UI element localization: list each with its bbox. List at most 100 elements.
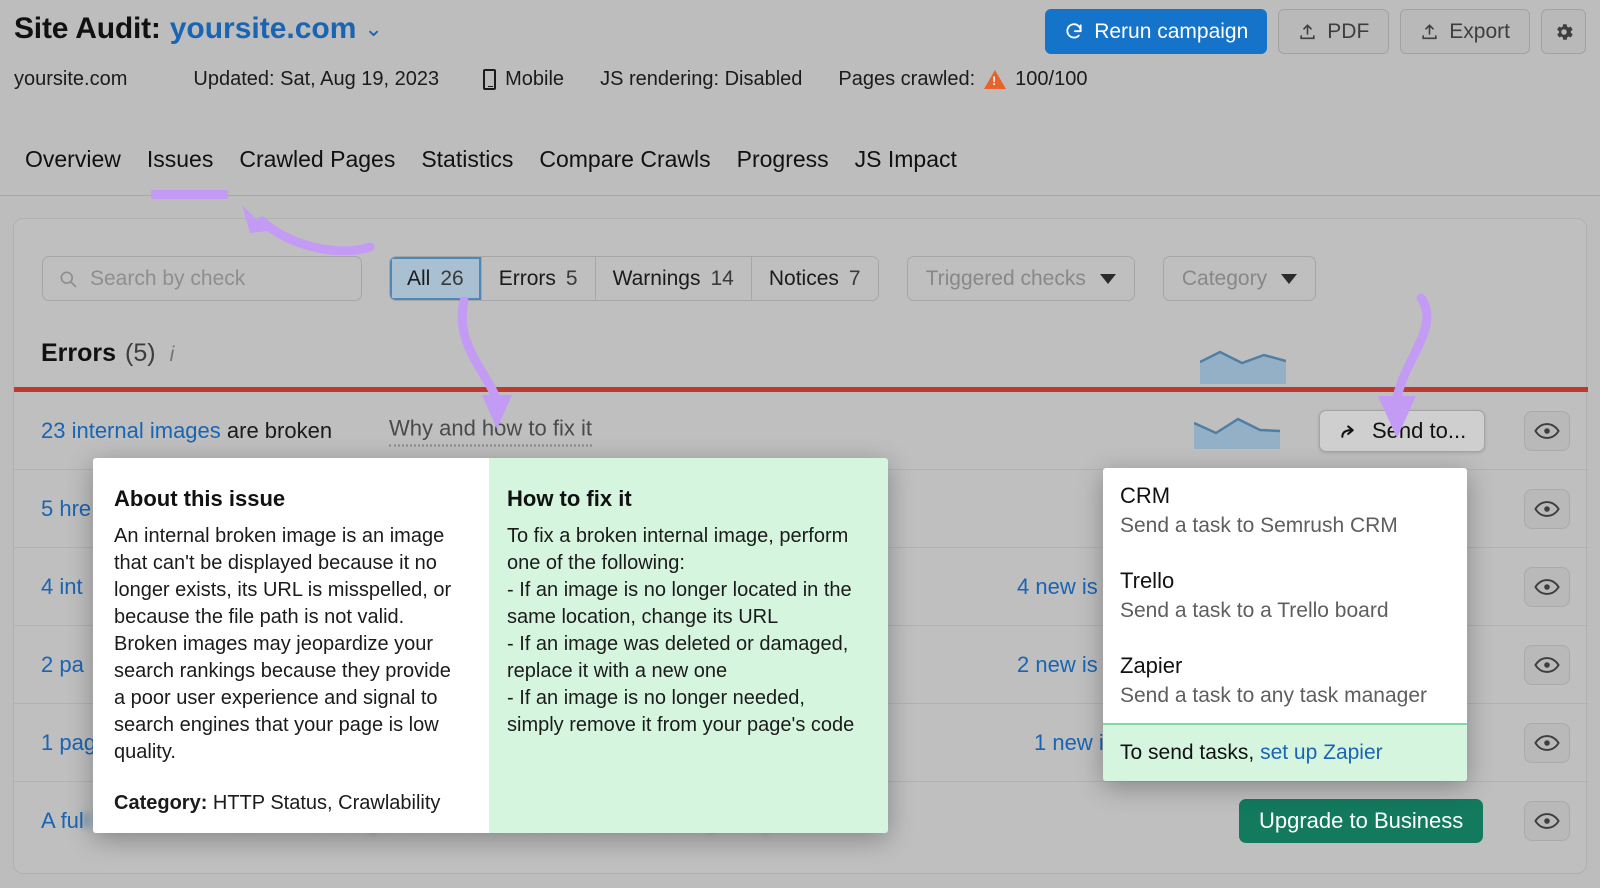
eye-icon [1534, 813, 1560, 829]
segment-warnings-label: Warnings [612, 266, 701, 290]
segment-errors[interactable]: Errors 5 [482, 257, 596, 300]
nav-item-compare-crawls[interactable]: Compare Crawls [526, 140, 723, 178]
issue-type-segmented-control: All 26 Errors 5 Warnings 14 Notices 7 [389, 256, 879, 301]
eye-icon [1534, 734, 1560, 751]
chevron-down-icon[interactable]: ⌄ [364, 18, 382, 40]
nav-active-highlight [151, 190, 228, 199]
new-issues-link[interactable]: 1 new i [1034, 730, 1104, 756]
about-category-value: HTTP Status, Crawlability [212, 792, 441, 814]
eye-icon [1534, 656, 1560, 673]
warning-icon [984, 70, 1007, 89]
send-to-item-zapier[interactable]: Zapier Send a task to any task manager [1103, 638, 1467, 723]
about-this-issue-pane: About this issue An internal broken imag… [93, 458, 489, 833]
triggered-checks-label: Triggered checks [925, 266, 1086, 290]
export-label: Export [1449, 19, 1510, 43]
issue-title-link[interactable]: 5 hre [41, 496, 91, 521]
errors-count: (5) [125, 339, 156, 367]
meta-pages-label: Pages crawled: [838, 68, 976, 90]
nav-item-crawled-pages[interactable]: Crawled Pages [226, 140, 408, 178]
about-category-label: Category: [114, 792, 208, 814]
main-nav: Overview Issues Crawled Pages Statistics… [0, 140, 1600, 202]
hide-issue-button[interactable] [1524, 644, 1570, 685]
pdf-button[interactable]: PDF [1278, 9, 1390, 54]
meta-pages-crawled: Pages crawled: 100/100 [838, 68, 1087, 91]
sparkline-chart [1200, 350, 1286, 384]
meta-updated: Updated: Sat, Aug 19, 2023 [193, 68, 440, 90]
segment-all-count: 26 [440, 266, 464, 290]
send-to-footer: To send tasks, set up Zapier [1103, 723, 1467, 781]
send-to-label: Send to... [1372, 417, 1467, 443]
upload-icon [1422, 23, 1437, 39]
segment-notices[interactable]: Notices 7 [752, 257, 878, 300]
hide-issue-button[interactable] [1524, 410, 1570, 451]
about-body: An internal broken image is an image tha… [114, 525, 452, 763]
category-dropdown[interactable]: Category [1162, 256, 1317, 301]
issue-title-link[interactable]: 23 internal images [41, 418, 221, 443]
settings-button[interactable] [1541, 9, 1586, 54]
send-to-item-name: Trello [1120, 568, 1175, 593]
nav-item-overview[interactable]: Overview [12, 140, 134, 178]
issue-title: 5 hre [41, 496, 91, 522]
segment-all-label: All [407, 266, 431, 290]
issue-title: 23 internal images are broken [41, 418, 332, 444]
header-actions: Rerun campaign PDF Export [1045, 9, 1586, 54]
nav-item-issues[interactable]: Issues [134, 140, 226, 178]
send-to-item-desc: Send a task to Semrush CRM [1120, 514, 1398, 537]
meta-pages-value: 100/100 [1015, 68, 1088, 90]
nav-item-js-impact[interactable]: JS Impact [842, 140, 970, 178]
set-up-zapier-link[interactable]: set up Zapier [1260, 741, 1383, 764]
issue-title-rest: are broken [220, 417, 333, 443]
eye-icon [1534, 578, 1560, 595]
meta-domain: yoursite.com [14, 68, 128, 90]
why-and-how-to-fix-it-link[interactable]: Why and how to fix it [389, 415, 592, 446]
issue-title-link[interactable]: 2 pa [41, 652, 84, 677]
hide-issue-button[interactable] [1524, 722, 1570, 763]
new-issues-link[interactable]: 4 new is [1017, 574, 1098, 600]
hide-issue-button[interactable] [1524, 566, 1570, 607]
issue-title: 2 pa [41, 652, 84, 678]
issue-title-link[interactable]: 1 pag [41, 730, 96, 755]
info-icon[interactable]: i [170, 343, 175, 367]
nav-items: Overview Issues Crawled Pages Statistics… [12, 140, 970, 178]
export-button[interactable]: Export [1400, 9, 1530, 54]
send-to-item-desc: Send a task to any task manager [1120, 684, 1428, 707]
segment-notices-label: Notices [768, 266, 839, 290]
mobile-icon [483, 69, 497, 90]
send-to-item-trello[interactable]: Trello Send a task to a Trello board [1103, 553, 1467, 638]
send-to-button[interactable]: Send to... [1319, 409, 1486, 452]
page-title: Site Audit: [14, 12, 161, 45]
app-header: Site Audit: yoursite.com ⌄ yoursite.com … [0, 0, 1600, 125]
nav-item-statistics[interactable]: Statistics [408, 140, 526, 178]
segment-warnings[interactable]: Warnings 14 [596, 257, 752, 300]
gear-icon [1556, 23, 1573, 40]
send-to-item-name: Zapier [1120, 653, 1183, 678]
segment-errors-count: 5 [565, 266, 578, 290]
errors-section-heading: Errors (5) i [41, 339, 174, 368]
about-title: About this issue [114, 486, 286, 511]
triggered-checks-dropdown[interactable]: Triggered checks [906, 256, 1135, 301]
hide-issue-button[interactable] [1524, 488, 1570, 529]
upgrade-to-business-button[interactable]: Upgrade to Business [1239, 799, 1484, 843]
rerun-campaign-button[interactable]: Rerun campaign [1045, 9, 1268, 54]
new-issues-link[interactable]: 2 new is [1017, 652, 1098, 678]
upload-icon [1300, 23, 1315, 39]
issue-title-link[interactable]: 4 int [41, 574, 83, 599]
issue-title: 1 pag [41, 730, 96, 756]
search-input[interactable]: Search by check [42, 256, 362, 301]
hide-issue-button[interactable] [1524, 801, 1570, 841]
sparkline-chart [1194, 417, 1280, 449]
site-name-link[interactable]: yoursite.com [170, 12, 357, 46]
upgrade-label: Upgrade to Business [1259, 808, 1464, 833]
send-to-item-desc: Send a task to a Trello board [1120, 599, 1389, 622]
send-to-dropdown-menu: CRM Send a task to Semrush CRM Trello Se… [1103, 468, 1467, 781]
chevron-down-icon [1099, 273, 1116, 284]
segment-errors-label: Errors [498, 266, 556, 290]
how-to-fix-it-pane: How to fix it To fix a broken internal i… [489, 458, 888, 833]
rerun-campaign-label: Rerun campaign [1094, 19, 1249, 43]
issue-title-link[interactable]: A ful [41, 808, 84, 833]
nav-item-progress[interactable]: Progress [724, 140, 842, 178]
meta-device-label: Mobile [505, 68, 565, 90]
segment-all[interactable]: All 26 [390, 257, 482, 300]
fix-body: To fix a broken internal image, perform … [507, 525, 855, 736]
send-to-item-crm[interactable]: CRM Send a task to Semrush CRM [1103, 468, 1467, 553]
